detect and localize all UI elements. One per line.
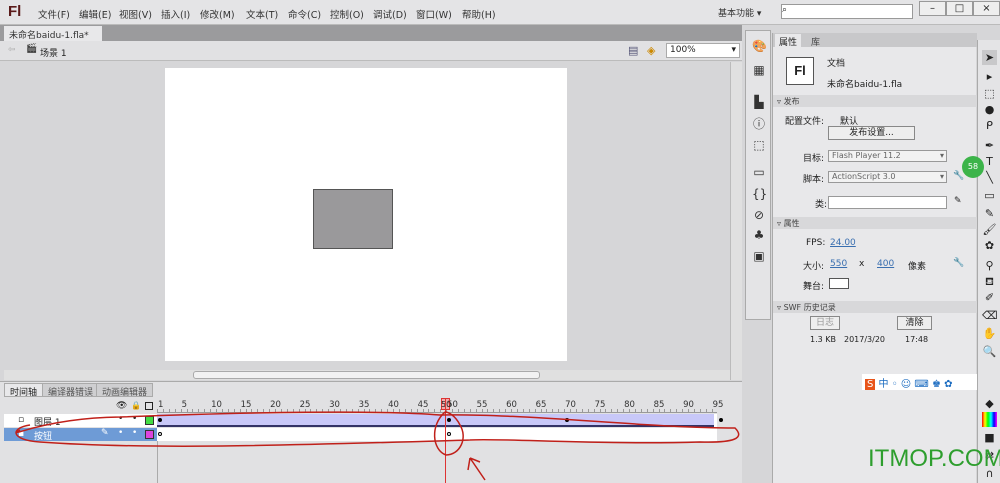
info-icon[interactable]: ⓘ [752,117,766,131]
fps-value[interactable]: 24.00 [830,238,856,248]
hand-tool-icon[interactable]: ✋ [982,326,997,341]
section-publish[interactable]: ▿ 发布 [773,95,977,107]
history-icon[interactable]: ▣ [752,249,766,263]
document-icon: Fl [786,57,814,85]
width-value[interactable]: 550 [830,259,847,269]
eraser-tool-icon[interactable]: ⌫ [982,308,998,323]
selection-tool-icon[interactable]: ➤ [982,50,997,65]
code-snippets-icon[interactable]: {} [752,187,767,201]
swf-size: 1.3 KB [810,335,836,344]
class-label: 类: [815,200,828,210]
tools-panel: ➤ ▸ ⬚ ● ᑭ ✒ T ╲ ▭ ✎ 🖌 ✿ ⚲ ⛾ ✐ ⌫ ✋ 🔍 ◆ ■ … [977,40,1000,483]
doc-type: 文档 [827,59,846,69]
text-tool-icon[interactable]: T [982,154,997,169]
brush-tool-icon[interactable]: 🖌 [982,222,997,237]
pencil-tool-icon[interactable]: ✎ [982,206,997,221]
clear-button[interactable]: 清除 [897,316,932,330]
doc-name: 未命名baidu-1.fla [827,80,903,90]
color-swatch-icon[interactable] [982,412,997,427]
project-icon[interactable]: ♣ [752,228,766,242]
class-input[interactable] [828,196,947,209]
paint-bucket-tool-icon[interactable]: ⛾ [982,274,997,289]
3d-rotation-tool-icon[interactable]: ● [982,102,997,117]
size-label: 大小: [803,262,825,272]
target-label: 目标: [803,154,825,164]
chevron-down-icon: ▾ [939,172,944,181]
components-icon[interactable]: ▭ [752,165,766,179]
default-colors-icon[interactable]: ■ [982,430,997,445]
script-label: 脚本: [803,175,825,185]
script-value: ActionScript 3.0 [832,172,896,181]
script-select[interactable]: ActionScript 3.0 ▾ [828,171,947,183]
log-button[interactable]: 日志 [810,316,840,330]
height-value[interactable]: 400 [877,259,894,269]
annotation-arrow [467,457,486,481]
watermark: ITMOP.COM [868,445,1000,472]
chevron-down-icon: ▾ [939,151,944,160]
deco-tool-icon[interactable]: ✿ [982,238,997,253]
tab-properties[interactable]: 属性 [775,34,802,49]
floating-badge[interactable]: 58 [962,156,984,178]
swf-date: 2017/3/20 [844,335,886,344]
line-tool-icon[interactable]: ╲ [982,170,997,185]
profile-label: 配置文件: [785,117,825,127]
section-swf-history[interactable]: ▿ SWF 历史记录 [773,301,977,313]
tab-library[interactable]: 库 [807,34,824,49]
section-properties[interactable]: ▿ 属性 [773,217,977,229]
section-title: 发布 [783,97,800,106]
annotation-loop [15,411,740,447]
eyedropper-tool-icon[interactable]: ✐ [982,290,997,305]
size-x: x [859,259,865,269]
lasso-tool-icon[interactable]: ᑭ [982,118,997,133]
unit-label: 像素 [908,262,927,272]
pen-tool-icon[interactable]: ✒ [982,138,997,153]
properties-panel: 属性 库 Fl 文档 未命名baidu-1.fla ▿ 发布 配置文件: 默认 … [772,33,977,483]
bone-tool-icon[interactable]: ⚲ [982,258,997,273]
align-icon[interactable]: ▙ [752,95,766,109]
fill-color-icon[interactable]: ◆ [982,396,997,411]
zoom-tool-icon[interactable]: 🔍 [982,344,997,359]
swf-time: 17:48 [905,335,929,344]
transform-icon[interactable]: ⬚ [752,138,766,152]
panel-icon-dock: 🎨 ▦ ▙ ⓘ ⬚ ▭ {} ⊘ ♣ ▣ [745,30,771,320]
target-value: Flash Player 11.2 [832,151,901,160]
wrench-icon[interactable]: 🔧 [953,258,964,268]
rectangle-tool-icon[interactable]: ▭ [982,188,997,203]
free-transform-tool-icon[interactable]: ⬚ [982,86,997,101]
stage-color-swatch[interactable] [829,278,849,289]
annotation-circle [433,411,464,456]
stage-label: 舞台: [803,282,825,292]
subselection-tool-icon[interactable]: ▸ [982,69,997,84]
swatches-icon[interactable]: ▦ [752,63,766,77]
ime-items: 中 ◦ ☺ ⌨ ♚ ✿ [878,379,953,390]
motion-presets-icon[interactable]: ⊘ [752,208,766,222]
ime-toolbar[interactable]: S 中 ◦ ☺ ⌨ ♚ ✿ [862,374,977,390]
target-select[interactable]: Flash Player 11.2 ▾ [828,150,947,162]
section-title: 属性 [783,219,800,228]
pencil-icon[interactable]: ✎ [954,196,962,206]
sogou-icon: S [865,379,876,390]
section-title: SWF 历史记录 [783,303,836,312]
publish-settings-button[interactable]: 发布设置... [828,126,915,140]
fps-label: FPS: [806,238,826,248]
color-icon[interactable]: 🎨 [752,39,767,53]
